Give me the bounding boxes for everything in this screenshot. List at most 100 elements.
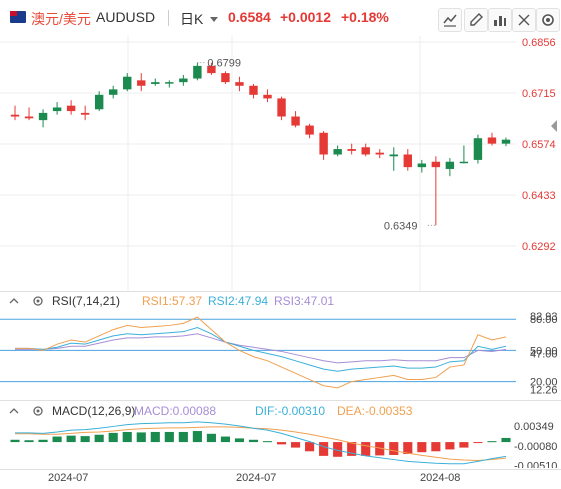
candle-body[interactable] (305, 125, 314, 135)
macd-bar (319, 442, 329, 456)
candle-body[interactable] (52, 107, 62, 112)
candle-body[interactable] (235, 82, 244, 86)
macd-bar (52, 436, 62, 443)
macd-bar (206, 433, 216, 443)
candle-body[interactable] (263, 94, 272, 99)
macd-bar (417, 442, 427, 453)
macd-title[interactable]: MACD(12,26,9) (52, 404, 135, 418)
candle-body[interactable] (403, 154, 412, 168)
candle-body[interactable] (221, 73, 230, 83)
candle-body[interactable] (249, 85, 258, 95)
candle-body[interactable] (375, 152, 384, 155)
macd-bar (389, 442, 399, 455)
candle-body[interactable] (501, 139, 511, 144)
price-tick: 0.6574 (522, 139, 556, 151)
macd-bar (291, 442, 301, 448)
candle-body[interactable] (94, 94, 104, 110)
timeframe-select[interactable]: 日K (180, 9, 203, 29)
macd-bar (150, 431, 160, 443)
macd-bar (305, 442, 315, 452)
divider (168, 10, 169, 26)
fullscreen-icon[interactable] (512, 8, 536, 32)
rsi1-label: RSI1:57.37 (142, 294, 203, 308)
candle-body[interactable] (459, 161, 469, 164)
macd-bar (234, 438, 245, 443)
rsi2-label: RSI2:47.94 (208, 294, 269, 308)
dif-label: DIF:-0.00310 (255, 404, 326, 418)
candle-body[interactable] (179, 78, 188, 83)
collapse-icon[interactable] (8, 294, 20, 306)
chart-type-icon[interactable] (438, 8, 462, 32)
rsi2-line (15, 326, 507, 372)
candle-body[interactable] (417, 163, 427, 168)
price-change-percent: +0.18% (341, 9, 389, 25)
macd-bar (122, 431, 132, 443)
candle-body[interactable] (137, 80, 146, 86)
macd-bar (136, 432, 146, 443)
macd-bar (178, 431, 188, 443)
candle-body[interactable] (80, 112, 90, 115)
candle-body[interactable] (193, 65, 202, 79)
flag-icon (10, 11, 26, 23)
macd-bar (501, 437, 511, 443)
candle-body[interactable] (10, 114, 20, 117)
indicator-icon[interactable] (488, 8, 512, 32)
macd-tick: -0.00510 (514, 461, 557, 468)
draw-icon[interactable] (464, 8, 488, 32)
candle-body[interactable] (165, 82, 174, 84)
macd-bar (220, 436, 230, 443)
rsi-tick: 82.93 (530, 311, 558, 323)
macd-bar (262, 441, 273, 443)
candle-body[interactable] (123, 76, 132, 90)
candle-body[interactable] (389, 154, 398, 157)
candle-body[interactable] (445, 161, 455, 169)
divider (0, 469, 561, 470)
low-label: 0.6349 (384, 220, 418, 232)
dea-label: DEA:-0.00353 (337, 404, 413, 418)
rsi-chart[interactable]: 80.0082.9350.0047.0020.0012.26 (0, 308, 561, 400)
price-change: +0.0012 (280, 9, 331, 25)
candlestick-chart[interactable]: 0.6856 0.6715 0.6574 0.6433 0.6292 0.6799 0.… (0, 36, 561, 291)
candle-body[interactable] (109, 89, 118, 95)
price-tick: 0.6715 (522, 88, 556, 100)
divider (0, 400, 561, 401)
symbol-name[interactable]: 澳元/美元 (31, 9, 91, 29)
candle-body[interactable] (277, 98, 286, 117)
macd-bar (248, 439, 259, 443)
rsi-tick: 12.26 (530, 385, 558, 397)
candle-body[interactable] (361, 147, 370, 155)
macd-bar (276, 442, 287, 445)
macd-chart[interactable]: 0.00349 -0.00080 -0.00510 (0, 418, 561, 468)
rsi1-line (15, 316, 507, 389)
rsi-title[interactable]: RSI(7,14,21) (52, 294, 120, 308)
candle-body[interactable] (38, 112, 48, 121)
rsi-tick: 47.00 (530, 349, 558, 361)
macd-bar (192, 431, 202, 443)
header-bar: 澳元/美元 AUDUSD 日K 0.6584 +0.0012 +0.18% (0, 0, 561, 36)
candle-body[interactable] (291, 116, 300, 126)
gear-icon[interactable] (32, 404, 44, 416)
collapse-icon[interactable] (8, 404, 20, 416)
last-price: 0.6584 (228, 9, 271, 25)
candle-body[interactable] (487, 137, 497, 144)
symbol-code[interactable]: AUDUSD (96, 9, 155, 25)
price-tick: 0.6856 (522, 37, 556, 49)
macd-label: MACD:0.00088 (134, 404, 217, 418)
candle-body[interactable] (431, 161, 441, 168)
macd-tick: -0.00080 (514, 441, 557, 453)
price-tick: 0.6433 (522, 190, 556, 202)
candle-body[interactable] (66, 105, 76, 112)
macd-bar (473, 442, 483, 444)
high-label: 0.6799 (207, 58, 241, 70)
candle-body[interactable] (473, 138, 483, 160)
candle-body[interactable] (24, 116, 34, 119)
settings-icon[interactable] (536, 8, 560, 32)
candle-body[interactable] (333, 149, 342, 155)
gear-icon[interactable] (32, 294, 44, 306)
macd-bar (164, 431, 174, 443)
candle-body[interactable] (347, 149, 356, 151)
chevron-down-icon[interactable] (210, 17, 218, 22)
candle-body[interactable] (151, 82, 160, 84)
expand-arrow-icon[interactable] (551, 120, 557, 132)
candle-body[interactable] (319, 132, 328, 155)
